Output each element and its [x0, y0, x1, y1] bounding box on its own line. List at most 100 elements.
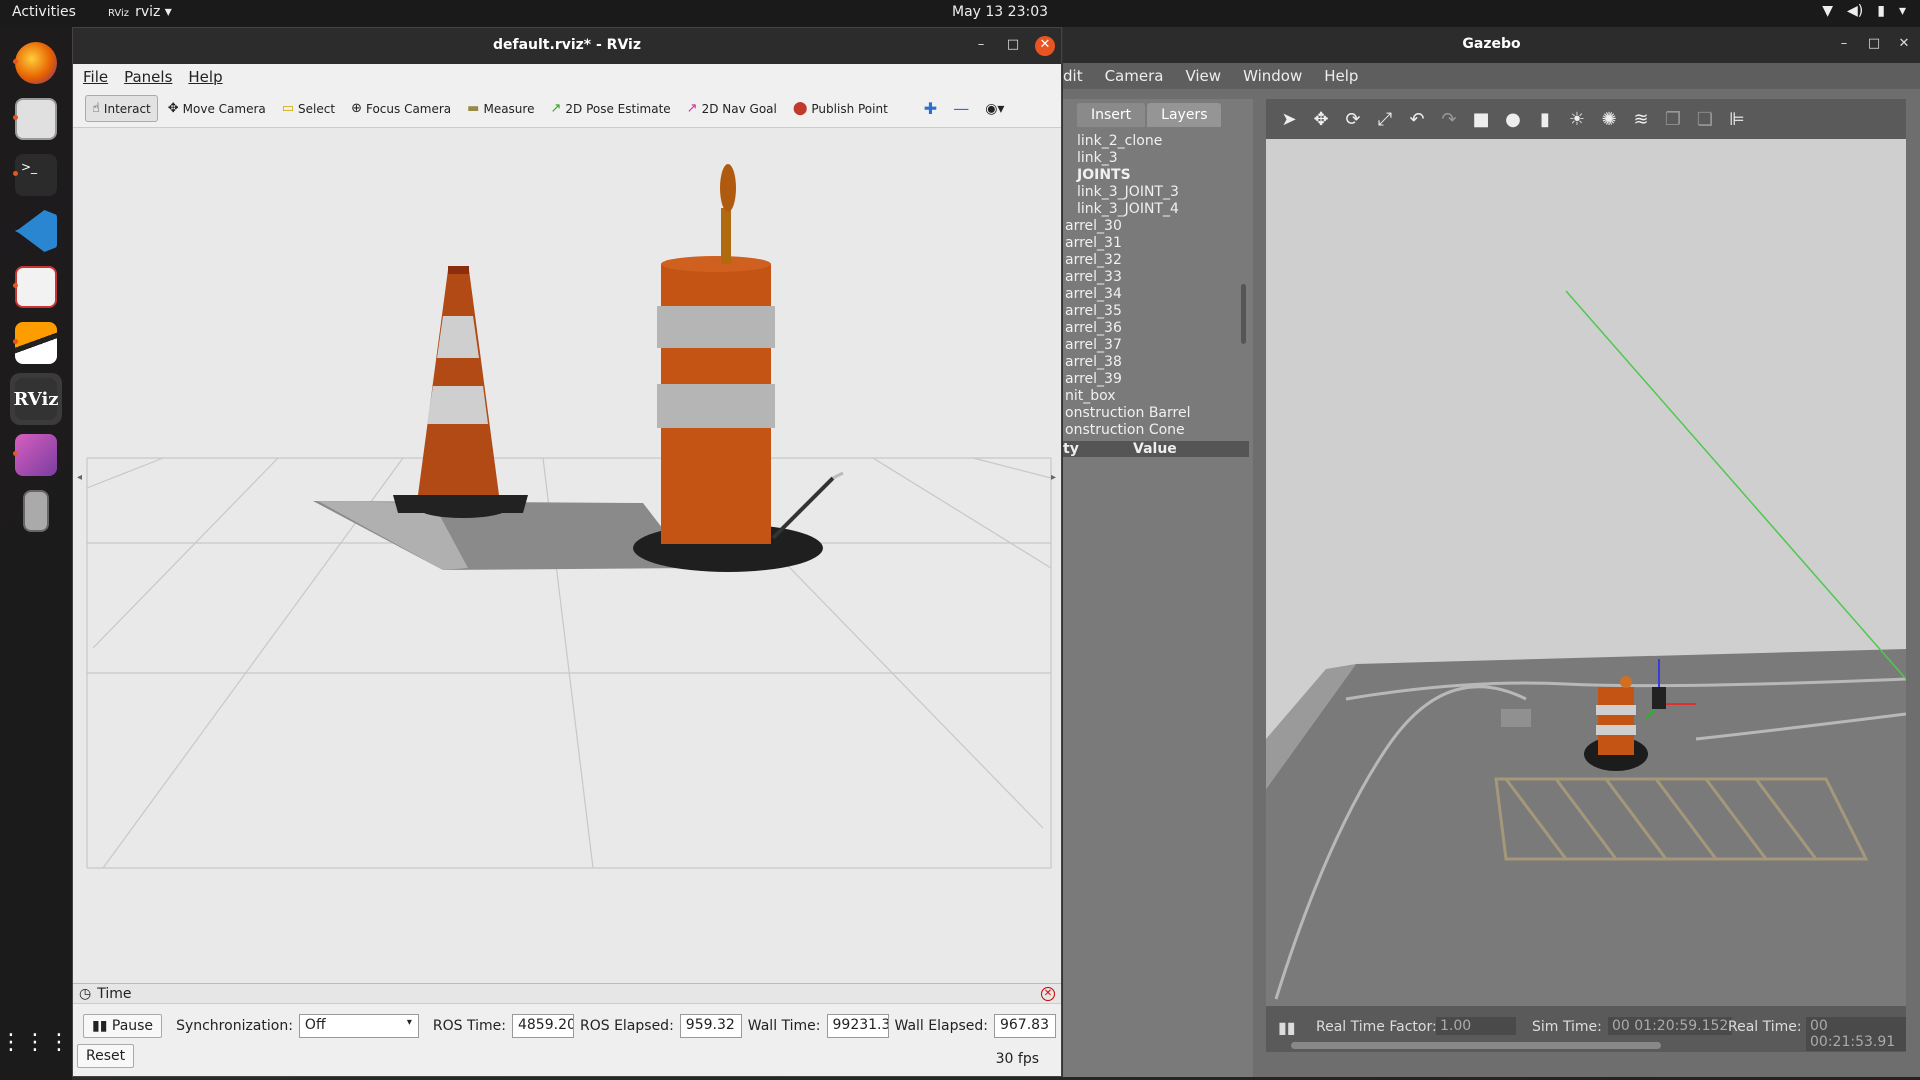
list-item[interactable]: link_2_clone: [1065, 133, 1253, 150]
gazebo-title: Gazebo: [1462, 36, 1521, 52]
list-item[interactable]: arrel_33: [1065, 269, 1253, 286]
reset-button[interactable]: Reset: [77, 1044, 135, 1068]
list-item[interactable]: arrel_35: [1065, 303, 1253, 320]
box-shape-icon[interactable]: ■: [1470, 109, 1492, 130]
maximize-button[interactable]: □: [1864, 35, 1884, 55]
tab-insert[interactable]: Insert: [1077, 103, 1146, 127]
show-applications-button[interactable]: ⋮⋮⋮: [0, 1017, 70, 1069]
ros-time-field[interactable]: 4859.20: [511, 1014, 574, 1038]
dock-document-viewer[interactable]: [10, 261, 62, 313]
horizontal-scrollbar[interactable]: [1291, 1042, 1661, 1049]
dock-vscode[interactable]: [10, 205, 62, 257]
menu-help[interactable]: Help: [188, 68, 222, 86]
menu-window[interactable]: Window: [1243, 67, 1302, 85]
3d-viewport[interactable]: ◂ ▸: [73, 128, 1061, 983]
menu-help[interactable]: Help: [1324, 67, 1358, 85]
wifi-icon: ▼: [1822, 3, 1834, 19]
menu-camera[interactable]: Camera: [1105, 67, 1164, 85]
tool-label: Focus Camera: [365, 101, 452, 116]
pause-button[interactable]: ▮▮ Pause: [83, 1014, 163, 1038]
list-item[interactable]: onstruction Barrel: [1065, 405, 1253, 422]
list-item[interactable]: arrel_37: [1065, 337, 1253, 354]
sublime-icon: [15, 322, 57, 364]
wall-time-field[interactable]: 99231.37: [826, 1014, 889, 1038]
tool-publish-point[interactable]: ⬤ Publish Point: [787, 96, 894, 121]
dock-files[interactable]: [10, 93, 62, 145]
activities-button[interactable]: Activities: [12, 4, 76, 20]
dropdown-icon: ▾: [406, 1017, 412, 1028]
paste-icon[interactable]: ❏: [1694, 109, 1716, 130]
dock-image-viewer[interactable]: [10, 429, 62, 481]
list-item[interactable]: arrel_30: [1065, 218, 1253, 235]
tool-2d-nav-goal[interactable]: ↗ 2D Nav Goal: [681, 96, 783, 121]
list-item[interactable]: nit_box: [1065, 388, 1253, 405]
tool-interact[interactable]: ☝ Interact: [85, 95, 158, 122]
close-panel-button[interactable]: ✕: [1041, 987, 1055, 1001]
sync-select[interactable]: Off ▾: [298, 1014, 419, 1038]
rviz-titlebar[interactable]: default.rviz* - RViz – □ ✕: [73, 28, 1061, 64]
sim-pause-icon[interactable]: ▮▮: [1278, 1018, 1296, 1037]
tab-layers[interactable]: Layers: [1147, 103, 1222, 127]
undo-icon[interactable]: ↶: [1406, 109, 1428, 130]
tool-focus-camera[interactable]: ⊕ Focus Camera: [345, 96, 457, 121]
list-item[interactable]: link_3_JOINT_4: [1065, 201, 1253, 218]
ros-elapsed-field[interactable]: 959.32: [679, 1014, 742, 1038]
dock-rviz[interactable]: RViz: [10, 373, 62, 425]
gazebo-3d-view[interactable]: [1266, 139, 1906, 1006]
world-panel: Insert Layers link_2_clone link_3 JOINTS…: [1063, 99, 1253, 1077]
tool-2d-pose-estimate[interactable]: ↗ 2D Pose Estimate: [544, 96, 676, 121]
minimize-button[interactable]: –: [1834, 35, 1854, 55]
dock-sublime[interactable]: [10, 317, 62, 369]
maximize-button[interactable]: □: [1003, 36, 1023, 56]
directional-light-icon[interactable]: ≋: [1630, 109, 1652, 130]
translate-mode-icon[interactable]: ✥: [1310, 109, 1332, 130]
close-button[interactable]: ✕: [1894, 35, 1914, 55]
menu-file[interactable]: File: [83, 68, 108, 86]
sphere-shape-icon[interactable]: ●: [1502, 109, 1524, 130]
spot-light-icon[interactable]: ✺: [1598, 109, 1620, 130]
select-mode-icon[interactable]: ➤: [1278, 109, 1300, 130]
app-menu[interactable]: RViz rviz ▾: [108, 4, 172, 20]
dock-terminal[interactable]: >_: [10, 149, 62, 201]
redo-icon[interactable]: ↷: [1438, 109, 1460, 130]
list-item[interactable]: arrel_38: [1065, 354, 1253, 371]
scale-mode-icon[interactable]: ⤢: [1374, 109, 1396, 130]
list-item[interactable]: arrel_36: [1065, 320, 1253, 337]
list-item[interactable]: arrel_31: [1065, 235, 1253, 252]
tree-scrollbar[interactable]: [1241, 284, 1246, 344]
svg-text:◂: ◂: [77, 472, 82, 483]
rotate-mode-icon[interactable]: ⟳: [1342, 109, 1364, 130]
wall-time-label: Wall Time:: [747, 1018, 821, 1034]
tool-select[interactable]: ▭ Select: [276, 96, 341, 121]
copy-icon[interactable]: ❐: [1662, 109, 1684, 130]
menu-panels[interactable]: Panels: [124, 68, 172, 86]
list-item[interactable]: link_3_JOINT_3: [1065, 184, 1253, 201]
clock[interactable]: May 13 23:03: [952, 4, 1048, 20]
add-tool-button[interactable]: ✚: [918, 94, 943, 123]
close-button[interactable]: ✕: [1035, 36, 1055, 56]
list-item[interactable]: arrel_34: [1065, 286, 1253, 303]
remove-tool-button[interactable]: —: [947, 94, 975, 123]
gazebo-titlebar[interactable]: Gazebo – □ ✕: [1063, 27, 1920, 63]
menu-view[interactable]: View: [1185, 67, 1221, 85]
list-item[interactable]: link_3: [1065, 150, 1253, 167]
tool-label: Publish Point: [811, 101, 888, 116]
cylinder-shape-icon[interactable]: ▮: [1534, 109, 1556, 130]
menu-edit[interactable]: dit: [1063, 67, 1083, 85]
dock-usb-drive[interactable]: [10, 485, 62, 537]
wall-elapsed-field[interactable]: 967.83: [993, 1014, 1056, 1038]
tool-move-camera[interactable]: ✥ Move Camera: [162, 96, 272, 121]
dock-firefox[interactable]: [10, 37, 62, 89]
list-item[interactable]: onstruction Cone: [1065, 422, 1253, 439]
list-item[interactable]: arrel_32: [1065, 252, 1253, 269]
system-tray[interactable]: ▼ ◀) ▮ ▾: [1822, 3, 1906, 19]
rviz-window: default.rviz* - RViz – □ ✕ File Panels H…: [72, 27, 1062, 1077]
rtf-value: 1.00: [1436, 1017, 1516, 1035]
point-light-icon[interactable]: ☀: [1566, 109, 1588, 130]
list-item[interactable]: arrel_39: [1065, 371, 1253, 388]
document-viewer-icon: [15, 266, 57, 308]
tool-measure[interactable]: ▬ Measure: [461, 96, 540, 121]
view-options-icon[interactable]: ◉▾: [979, 96, 1010, 122]
align-icon[interactable]: ⊫: [1726, 109, 1748, 130]
minimize-button[interactable]: –: [971, 36, 991, 56]
